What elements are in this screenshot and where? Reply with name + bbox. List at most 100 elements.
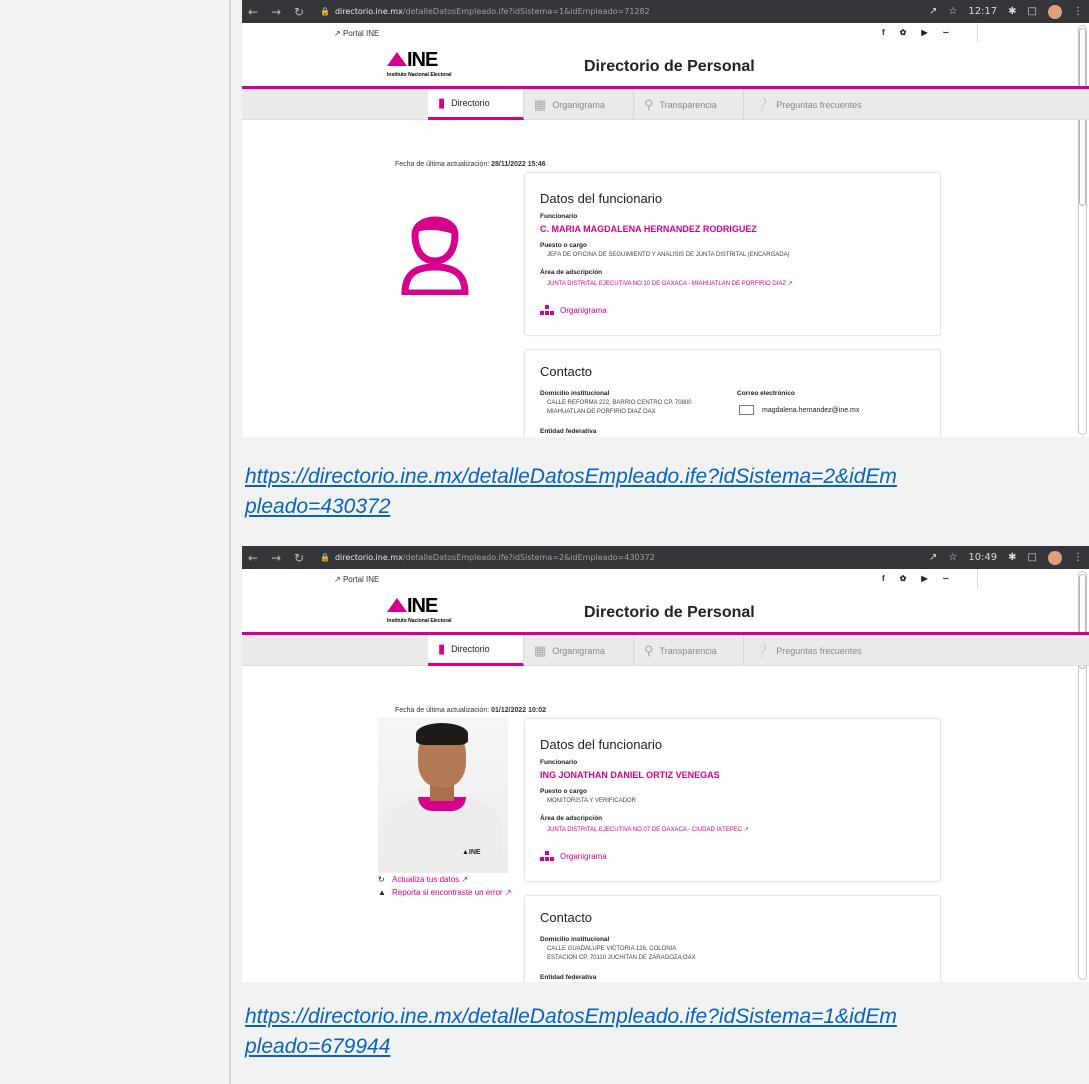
menu-icon[interactable]: ⋮ — [1073, 552, 1083, 563]
portal-bar: ↗ Portal INE f ✿ ▶ ∽ — [242, 23, 1089, 43]
ine-logo[interactable]: INE Instituto Nacional Electoral — [387, 49, 477, 80]
social-links: f ✿ ▶ ∽ — [882, 23, 979, 43]
tab-directorio[interactable]: ▮ Directorio — [428, 89, 524, 120]
tab-transparencia[interactable]: ⚲ Transparencia — [634, 635, 744, 666]
url-link-2[interactable]: https://directorio.ine.mx/detalleDatosEm… — [245, 1002, 1085, 1062]
address-bar[interactable]: 🔒 directorio.ine.mx /detalleDatosEmplead… — [320, 7, 929, 16]
search-icon: ⚲ — [644, 642, 654, 658]
ine-logo-subtitle: Instituto Nacional Electoral — [387, 618, 452, 624]
organigrama-link[interactable]: Organigrama — [540, 305, 607, 315]
reload-icon[interactable]: ↻ — [294, 551, 304, 565]
clock-extension: 12:17 — [968, 6, 998, 17]
employee-photo: ▲INE — [378, 717, 508, 873]
ine-logo[interactable]: INE Instituto Nacional Electoral — [387, 595, 477, 626]
youtube-icon[interactable]: ▶ — [921, 574, 927, 583]
twitter-icon[interactable]: ✿ — [900, 574, 907, 583]
reporta-link[interactable]: ▲ Reporta si encontraste un error ↗ — [378, 887, 512, 898]
portal-ine-link[interactable]: ↗ Portal INE — [334, 575, 379, 584]
extensions-icon[interactable]: ✱ — [1008, 552, 1016, 563]
facebook-icon[interactable]: f — [882, 574, 885, 583]
puesto-value: MONITORISTA Y VERIFICADOR — [547, 798, 636, 804]
window-icon[interactable]: □ — [1028, 552, 1037, 563]
last-update: Fecha de última actualización: 28/11/202… — [395, 161, 546, 168]
contacto-card: Contacto Domicilio institucional CALLE G… — [524, 895, 941, 982]
url-link-1[interactable]: https://directorio.ine.mx/detalleDatosEm… — [245, 462, 1085, 522]
window-icon[interactable]: □ — [1028, 6, 1037, 17]
share-icon[interactable]: ↗ — [929, 552, 937, 563]
tab-preguntas[interactable]: ❔ Preguntas frecuentes — [744, 89, 892, 120]
tab-organigrama[interactable]: ▦ Organigrama — [524, 89, 634, 120]
back-icon[interactable]: ← — [248, 551, 258, 565]
portal-bar: ↗ Portal INE f ✿ ▶ ∽ — [242, 569, 1089, 589]
share-icon[interactable]: ↗ — [929, 6, 937, 17]
screenshot-2: ← → ↻ 🔒 directorio.ine.mx /detalleDatosE… — [242, 546, 1089, 982]
menu-icon[interactable]: ⋮ — [1073, 6, 1083, 17]
url-host: directorio.ine.mx — [334, 7, 403, 16]
organigrama-label: Organigrama — [560, 851, 607, 861]
rss-icon[interactable]: ∽ — [943, 28, 950, 37]
twitter-icon[interactable]: ✿ — [900, 28, 907, 37]
domicilio-line1: CALLE GUADALUPE VICTORIA 126, COLONIA — [547, 946, 677, 952]
profile-avatar[interactable] — [1048, 550, 1062, 565]
photo-hair — [416, 723, 468, 745]
domicilio-line2: ESTACION CP. 70110 JUCHITAN DE ZARAGOZA … — [547, 955, 696, 961]
org-icon: ▦ — [534, 96, 547, 112]
area-link[interactable]: JUNTA DISTRITAL EJECUTIVA NO.10 DE OAXAC… — [547, 280, 793, 287]
external-link-icon: ↗ — [787, 281, 793, 287]
tab-label: Organigrama — [552, 645, 605, 656]
reload-icon[interactable]: ↻ — [294, 5, 304, 19]
tab-organigrama[interactable]: ▦ Organigrama — [524, 635, 634, 666]
tab-label: Preguntas frecuentes — [776, 99, 862, 110]
youtube-icon[interactable]: ▶ — [921, 28, 927, 37]
org-icon: ▦ — [534, 642, 547, 658]
datos-title: Datos del funcionario — [540, 191, 663, 206]
forward-icon[interactable]: → — [271, 5, 281, 19]
rss-icon[interactable]: ∽ — [943, 574, 950, 583]
profile-avatar[interactable] — [1048, 4, 1062, 19]
ine-logo-text: INE — [407, 595, 438, 617]
extensions-icon[interactable]: ✱ — [1008, 6, 1016, 17]
external-link-icon: ↗ — [461, 875, 469, 884]
page-title: Directorio de Personal — [584, 604, 755, 621]
tab-transparencia[interactable]: ⚲ Transparencia — [634, 89, 744, 120]
datos-card: Datos del funcionario Funcionario C. MAR… — [524, 172, 941, 336]
facebook-icon[interactable]: f — [882, 28, 885, 37]
funcionario-name: ING JONATHAN DANIEL ORTIZ VENEGAS — [540, 770, 720, 780]
correo-link[interactable]: magdalena.hernandez@ine.mx — [739, 405, 859, 415]
area-link[interactable]: JUNTA DISTRITAL EJECUTIVA NO.07 DE OAXAC… — [547, 826, 749, 833]
back-icon[interactable]: ← — [248, 5, 258, 19]
domicilio-line2: MIAHUATLAN DE PORFIRIO DIAZ OAX — [547, 409, 656, 415]
nav-tabs: ▮ Directorio ▦ Organigrama ⚲ Transparencia … — [242, 635, 1089, 666]
funcionario-label: Funcionario — [540, 213, 578, 220]
url-path: /detalleDatosEmpleado.ife?idSistema=2&id… — [402, 553, 655, 562]
last-update-value: 01/12/2022 10:02 — [491, 707, 547, 714]
social-links: f ✿ ▶ ∽ — [882, 569, 979, 589]
last-update-label: Fecha de última actualización: — [395, 161, 490, 168]
address-bar[interactable]: 🔒 directorio.ine.mx /detalleDatosEmplead… — [320, 553, 929, 562]
datos-card: Datos del funcionario Funcionario ING JO… — [524, 718, 941, 882]
actualiza-link[interactable]: ↻ Actualiza tus datos ↗ — [378, 874, 512, 885]
tab-preguntas[interactable]: ❔ Preguntas frecuentes — [744, 635, 892, 666]
portal-ine-link[interactable]: ↗ Portal INE — [334, 29, 379, 38]
forward-icon[interactable]: → — [271, 551, 281, 565]
domicilio-label: Domicilio institucional — [540, 390, 610, 397]
book-icon: ▮ — [438, 641, 446, 656]
correo-label: Correo electrónico — [737, 390, 795, 397]
entidad-label: Entidad federativa — [540, 974, 597, 981]
side-links: ↻ Actualiza tus datos ↗ ▲ Reporta si encon… — [378, 874, 512, 900]
tab-label: Transparencia — [659, 645, 717, 656]
organigrama-label: Organigrama — [560, 305, 607, 315]
star-icon[interactable]: ☆ — [948, 552, 957, 563]
tab-label: Preguntas frecuentes — [776, 645, 862, 656]
reporta-label: Reporta si encontraste un error — [392, 888, 503, 897]
tab-directorio[interactable]: ▮ Directorio — [428, 635, 524, 666]
star-icon[interactable]: ☆ — [948, 6, 957, 17]
lock-icon: 🔒 — [320, 553, 330, 562]
site-header: INE Instituto Nacional Electoral Directo… — [242, 589, 1089, 635]
contacto-card: Contacto Domicilio institucional CALLE R… — [524, 349, 941, 437]
browser-actions: ↗ ☆ 12:17 ✱ □ ⋮ — [929, 4, 1083, 19]
lock-icon: 🔒 — [320, 7, 330, 16]
ine-logo-mark — [387, 52, 407, 66]
organigrama-link[interactable]: Organigrama — [540, 851, 607, 861]
left-table-column — [0, 0, 231, 1084]
